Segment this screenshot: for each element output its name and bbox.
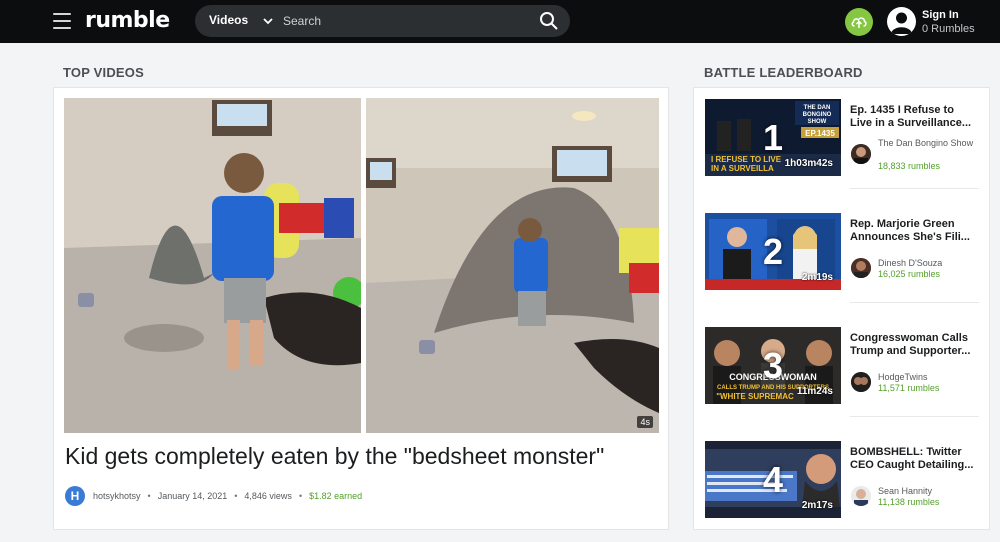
view-count: 4,846 views [244,491,292,501]
divider [850,302,979,303]
video-duration: 2m17s [801,500,833,511]
title-line: Ep. 1435 I Refuse to [850,104,954,116]
author-name[interactable]: Sean Hannity [878,486,978,497]
upload-date: January 14, 2021 [157,491,228,501]
search-icon[interactable] [539,11,559,31]
leaderboard-title[interactable]: BOMBSHELL: Twitter CEO Caught Detailing.… [850,446,980,472]
title-line: BOMBSHELL: Twitter [850,446,962,458]
leaderboard-thumbnail[interactable]: CONGRESSWOMAN CALLS TRUMP AND HIS SUPPOR… [705,327,841,404]
rumbles-count: 0 Rumbles [922,23,975,35]
sign-in-link[interactable]: Sign In [922,9,959,21]
featured-video-thumbnail[interactable]: 4s [64,98,659,433]
leaderboard-thumbnail[interactable]: THE DAN BONGINO SHOW EP.1435 I REFUSE TO… [705,99,841,176]
featured-video-card: 4s Kid gets completely eaten by the "bed… [53,87,669,530]
video-duration: 2m19s [801,272,833,283]
video-duration: 1h03m42s [784,158,833,169]
rumbles-count: 18,833 rumbles [878,161,941,171]
upload-icon [851,17,867,28]
author-name[interactable]: HodgeTwins [878,372,978,383]
title-line: Congresswoman Calls [850,332,968,344]
divider [850,188,979,189]
leaderboard-title[interactable]: Ep. 1435 I Refuse to Live in a Surveilla… [850,104,980,130]
chevron-down-icon[interactable] [262,15,274,27]
hamburger-menu-icon[interactable] [53,13,71,29]
title-line: Live in a Surveillance... [850,117,972,129]
leaderboard-item[interactable]: 4 2m17s BOMBSHELL: Twitter CEO Caught De… [694,430,991,542]
title-line: CEO Caught Detailing... [850,459,974,471]
video-duration: 11m24s [796,386,833,397]
search-input[interactable] [283,11,523,31]
leaderboard-title[interactable]: Rep. Marjorie Green Announces She's Fili… [850,218,980,244]
divider [850,416,979,417]
leaderboard-title[interactable]: Congresswoman Calls Trump and Supporter.… [850,332,980,358]
leaderboard-item[interactable]: THE DAN BONGINO SHOW EP.1435 I REFUSE TO… [694,88,991,202]
video-duration: 4s [637,416,653,428]
author-avatar[interactable] [851,372,871,392]
search-bar: Videos [195,5,570,37]
author-avatar[interactable] [851,144,871,164]
meta-separator: • [298,491,303,501]
featured-video-meta: H hotsykhotsy • January 14, 2021 • 4,846… [65,486,362,506]
top-videos-heading: TOP VIDEOS [63,65,144,80]
author-name[interactable]: The Dan Bongino Show [878,138,978,149]
channel-name[interactable]: hotsykhotsy [93,491,141,501]
leaderboard-item[interactable]: 2 2m19s Rep. Marjorie Green Announces Sh… [694,202,991,316]
author-avatar[interactable] [851,486,871,506]
thumbnail-image [64,98,659,433]
leaderboard-thumbnail[interactable]: 2 2m19s [705,213,841,290]
featured-video-title[interactable]: Kid gets completely eaten by the "bedshe… [65,443,604,470]
meta-separator: • [147,491,151,501]
battle-leaderboard: THE DAN BONGINO SHOW EP.1435 I REFUSE TO… [693,87,990,530]
rumbles-count: 16,025 rumbles [878,269,941,279]
rumbles-count: 11,571 rumbles [878,383,940,393]
leaderboard-thumbnail[interactable]: 4 2m17s [705,441,841,518]
title-line: Rep. Marjorie Green [850,218,955,230]
title-line: Trump and Supporter... [850,345,971,357]
author-name[interactable]: Dinesh D'Souza [878,258,978,269]
user-icon [891,12,912,34]
user-avatar[interactable] [887,7,916,36]
earned-amount: $1.82 earned [309,491,363,501]
leaderboard-item[interactable]: CONGRESSWOMAN CALLS TRUMP AND HIS SUPPOR… [694,316,991,430]
top-nav-bar: rumble Videos Sign In 0 Rumbles [0,0,1000,43]
meta-separator: • [234,491,238,501]
upload-button[interactable] [845,8,873,36]
search-category-select[interactable]: Videos [209,13,248,27]
title-line: Announces She's Fili... [850,231,970,243]
leaderboard-heading: BATTLE LEADERBOARD [704,65,863,80]
rumble-logo[interactable]: rumble [85,8,170,33]
author-avatar[interactable] [851,258,871,278]
rumbles-count: 11,138 rumbles [878,497,940,507]
channel-avatar[interactable]: H [65,486,85,506]
